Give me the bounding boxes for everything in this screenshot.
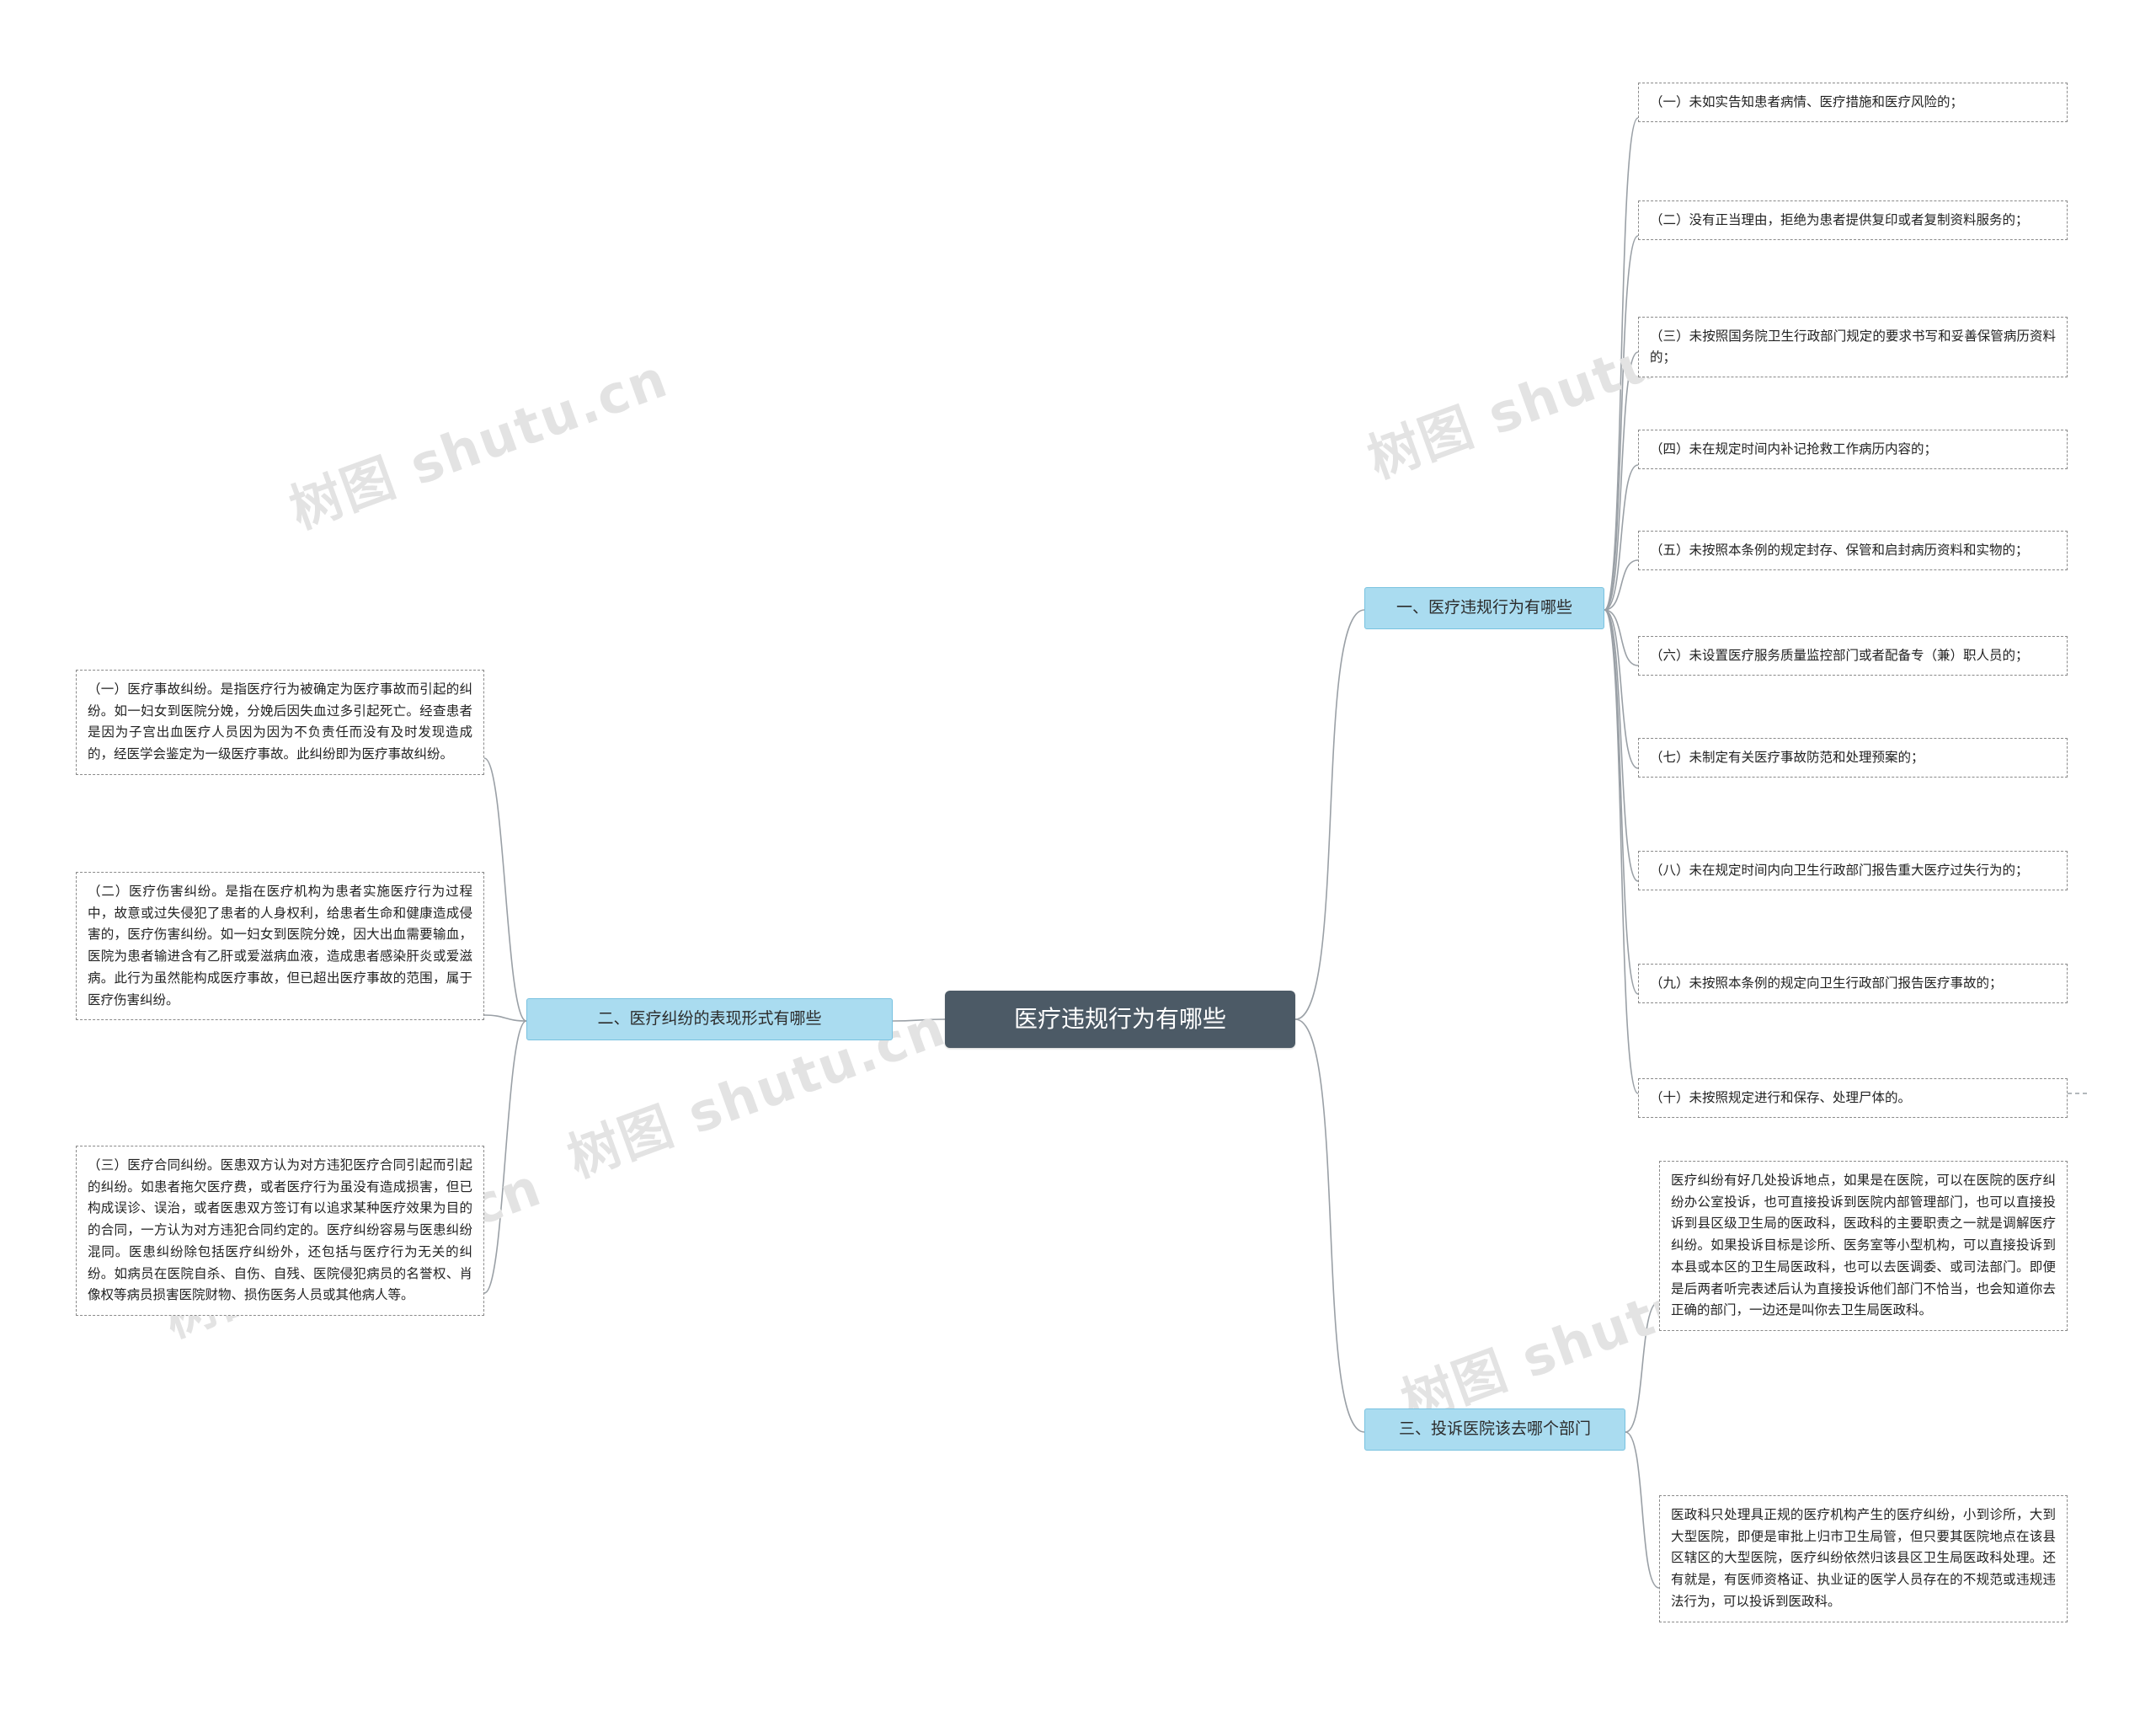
branch-node-violations[interactable]: 一、医疗违规行为有哪些 <box>1364 587 1604 629</box>
branch-node-disputes[interactable]: 二、医疗纠纷的表现形式有哪些 <box>526 998 893 1040</box>
leaf-violations-4[interactable]: （四）未在规定时间内补记抢救工作病历内容的； <box>1638 430 2068 470</box>
leaf-disputes-2[interactable]: （二）医疗伤害纠纷。是指在医疗机构为患者实施医疗行为过程中，故意或过失侵犯了患者… <box>76 872 484 1021</box>
leaf-violations-7[interactable]: （七）未制定有关医疗事故防范和处理预案的； <box>1638 738 2068 778</box>
leaf-disputes-3[interactable]: （三）医疗合同纠纷。医患双方认为对方违犯医疗合同引起而引起的纠纷。如患者拖欠医疗… <box>76 1146 484 1317</box>
leaf-violations-6[interactable]: （六）未设置医疗服务质量监控部门或者配备专（兼）职人员的； <box>1638 636 2068 676</box>
leaf-disputes-1[interactable]: （一）医疗事故纠纷。是指医疗行为被确定为医疗事故而引起的纠纷。如一妇女到医院分娩… <box>76 670 484 775</box>
leaf-violations-9[interactable]: （九）未按照本条例的规定向卫生行政部门报告医疗事故的； <box>1638 964 2068 1004</box>
leaf-violations-1[interactable]: （一）未如实告知患者病情、医疗措施和医疗风险的； <box>1638 83 2068 123</box>
leaf-violations-8[interactable]: （八）未在规定时间内向卫生行政部门报告重大医疗过失行为的； <box>1638 851 2068 891</box>
leaf-violations-2[interactable]: （二）没有正当理由，拒绝为患者提供复印或者复制资料服务的； <box>1638 200 2068 241</box>
leaf-violations-5[interactable]: （五）未按照本条例的规定封存、保管和启封病历资料和实物的； <box>1638 531 2068 571</box>
root-node[interactable]: 医疗违规行为有哪些 <box>945 991 1295 1049</box>
leaf-complaints-2[interactable]: 医政科只处理具正规的医疗机构产生的医疗纠纷，小到诊所，大到大型医院，即便是审批上… <box>1659 1495 2068 1622</box>
leaf-violations-10[interactable]: （十）未按照规定进行和保存、处理尸体的。 <box>1638 1078 2068 1119</box>
leaf-violations-3[interactable]: （三）未按照国务院卫生行政部门规定的要求书写和妥善保管病历资料的； <box>1638 317 2068 378</box>
leaf-complaints-1[interactable]: 医疗纠纷有好几处投诉地点，如果是在医院，可以在医院的医疗纠纷办公室投诉，也可直接… <box>1659 1161 2068 1332</box>
branch-node-complaints[interactable]: 三、投诉医院该去哪个部门 <box>1364 1408 1625 1451</box>
